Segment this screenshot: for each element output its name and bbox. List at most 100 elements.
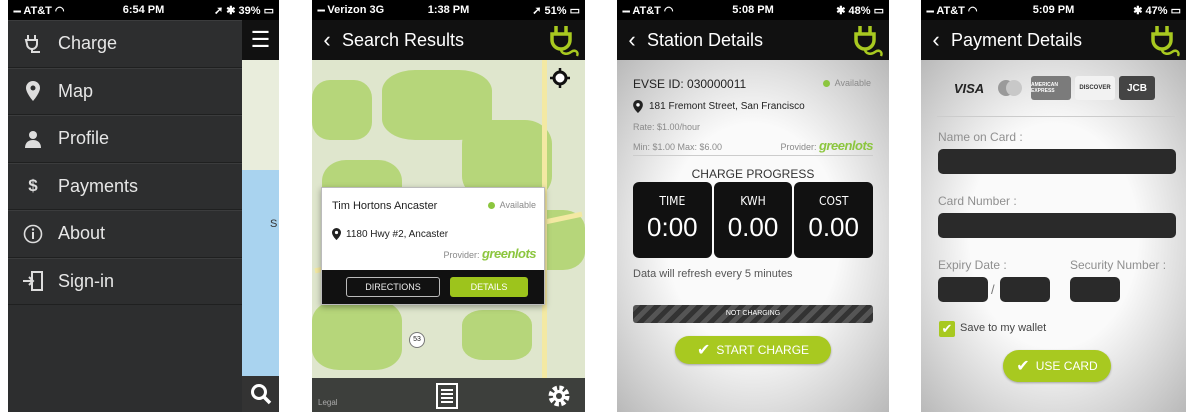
bottom-toolbar: Legal [312,378,585,412]
divider [937,116,1175,117]
battery-icon: ▭ [263,4,274,17]
provider-label: Provider: [443,250,480,260]
metric-label: COST [818,194,849,208]
network-label: 3G [369,4,385,16]
search-icon [250,384,271,405]
button-label: START CHARGE [716,343,810,357]
provider-label: Provider: [780,142,817,152]
details-button[interactable]: DETAILS [450,277,528,297]
button-label: USE CARD [1035,359,1098,373]
visa-logo: VISA [953,80,985,96]
charge-status-bar: NOT CHARGING [633,305,873,323]
metric-kwh: KWH 0.00 [713,182,793,258]
menu-item-label: Charge [58,33,118,54]
metric-time: TIME 0:00 [633,182,712,258]
card-number-input[interactable] [938,213,1176,238]
name-on-card-label: Name on Card : [938,130,1023,144]
metric-label: TIME [659,194,686,208]
phone-search-results-screen: ▪▪▪▪ Verizon 3G 1:38 PM ➚ 51% ▭ ‹ Search … [312,0,585,412]
status-bar: ▪▪▪▪ AT&T ◠ 5:09 PM ✱ 47% ▭ [921,0,1186,20]
page-title: Search Results [342,29,465,50]
map-preview-strip[interactable]: ☰ S [242,20,279,412]
menu-item-label: Map [58,80,94,101]
map-park [312,300,402,370]
station-popup[interactable]: Tim Hortons Ancaster Available 1180 Hwy … [321,187,545,305]
map-park [462,310,532,360]
metric-value: 0.00 [727,212,779,242]
metric-label: KWH [740,194,766,208]
search-button[interactable] [242,376,279,412]
discover-logo: DISCOVER [1075,76,1115,100]
menu-item-about[interactable]: About [8,210,242,258]
bluetooth-icon: ✱ [226,4,236,17]
rate-text: Rate: $1.00/hour [633,122,701,132]
nav-bar: ‹ Payment Details [921,20,1186,60]
battery-level: 51% [544,4,567,17]
security-number-input[interactable] [1070,277,1120,302]
bluetooth-icon: ✱ [1133,4,1143,17]
route-marker: 53 [409,332,425,348]
charge-metrics: TIME 0:00 KWH 0.00 COST 0.00 [633,182,874,258]
provider-logo: greenlots [818,138,874,153]
menu-item-profile[interactable]: Profile [8,115,242,163]
person-icon [22,128,44,150]
menu-item-sign-in[interactable]: Sign-in [8,257,242,305]
start-charge-button[interactable]: ✔ START CHARGE [675,336,831,364]
back-button[interactable]: ‹ [312,27,342,53]
accepted-cards: VISA AMERICAN EXPRESS DISCOVER JCB [949,76,1155,100]
jcb-logo: JCB [1119,76,1155,100]
use-card-button[interactable]: ✔ USE CARD [1003,350,1111,382]
availability-status: Available [834,78,871,88]
battery-level: 39% [238,4,261,17]
map-label: S [270,218,278,230]
expiry-year-input[interactable] [1000,277,1050,302]
map-legal-link[interactable]: Legal [318,398,338,407]
hamburger-menu-icon[interactable]: ☰ [242,20,279,60]
divider [633,155,873,156]
carrier-label: Verizon [327,4,367,16]
mastercard-logo [993,76,1027,100]
menu-item-charge[interactable]: Charge [8,20,242,68]
expiry-separator: / [991,282,995,297]
back-button[interactable]: ‹ [617,27,647,53]
list-view-icon[interactable] [436,383,458,409]
clock: 5:09 PM [1032,4,1075,16]
expiry-month-input[interactable] [938,277,988,302]
checkmark-icon: ✔ [1016,358,1030,375]
security-number-label: Security Number : [1070,258,1167,272]
status-bar: ▪▪▪▪ AT&T ◠ 6:54 PM ➚ ✱ 39% ▭ [8,0,279,20]
carrier-label: AT&T [936,4,965,17]
side-menu: Charge Map Profile $ Payments About Sign… [8,20,242,305]
battery-icon: ▭ [1170,4,1181,17]
popup-action-bar: DIRECTIONS DETAILS [322,270,544,304]
battery-icon: ▭ [569,4,581,17]
locate-me-icon[interactable] [550,68,570,88]
plug-logo-icon [854,26,883,57]
plug-logo-icon [550,26,579,57]
save-wallet-label: Save to my wallet [960,322,1047,334]
bluetooth-icon: ✱ [836,4,846,17]
page-title: Station Details [647,29,764,50]
directions-button[interactable]: DIRECTIONS [346,277,440,297]
station-name: Tim Hortons Ancaster [332,200,438,212]
menu-item-label: Sign-in [58,270,115,291]
battery-level: 47% [1145,4,1168,17]
charge-progress-title: CHARGE PROGRESS [691,167,815,181]
menu-item-map[interactable]: Map [8,67,242,115]
nav-bar: ‹ Station Details [617,20,889,60]
amex-logo: AMERICAN EXPRESS [1031,76,1071,100]
provider-logo: greenlots [481,246,537,261]
min-max-text: Min: $1.00 Max: $6.00 [633,142,723,152]
info-icon [22,223,44,245]
name-on-card-input[interactable] [938,149,1176,174]
map-pin-icon [332,228,341,240]
save-wallet-checkbox[interactable]: ✔ [939,321,955,337]
location-icon: ➚ [532,4,542,17]
back-button[interactable]: ‹ [921,27,951,53]
settings-gear-icon[interactable] [546,383,572,409]
menu-item-payments[interactable]: $ Payments [8,162,242,210]
metric-value: 0.00 [808,212,859,242]
battery-level: 48% [848,4,871,17]
station-address: 1180 Hwy #2, Ancaster [346,228,449,240]
page-title: Payment Details [951,29,1083,50]
